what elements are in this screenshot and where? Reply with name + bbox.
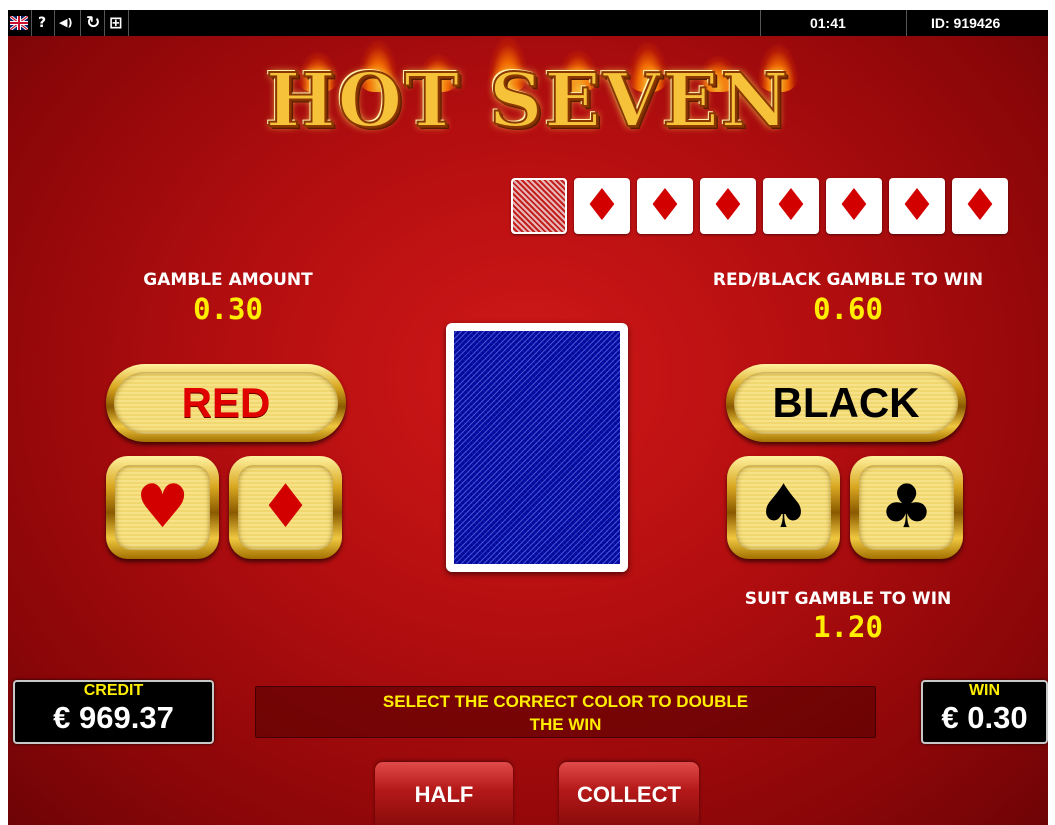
black-button-label: BLACK: [734, 372, 958, 434]
diamond-icon: ♦: [582, 180, 622, 231]
history-card: ♦: [700, 178, 756, 234]
history-card: ♦: [889, 178, 945, 234]
fullscreen-icon[interactable]: ⊞: [109, 14, 122, 32]
suit-gamble-value: 1.20: [813, 610, 883, 644]
diamond-icon: ♦: [897, 180, 937, 231]
win-label: WIN: [968, 682, 1001, 699]
win-value: € 0.30: [941, 700, 1028, 735]
diamond-icon: ♦: [834, 180, 874, 231]
refresh-icon[interactable]: ↻: [86, 14, 100, 32]
game-stage: ? ◀) ↻ ⊞ 01:41 ID: 919426 HOT SEVEN ♦ ♦ …: [8, 10, 1048, 825]
black-button[interactable]: BLACK: [726, 364, 966, 442]
red-button[interactable]: RED: [106, 364, 346, 442]
heart-icon: ♥: [115, 465, 210, 550]
game-title: HOT SEVEN: [265, 57, 791, 145]
collect-button[interactable]: COLLECT: [559, 762, 699, 825]
credit-panel: CREDIT € 969.37: [13, 680, 214, 744]
half-button[interactable]: HALF: [375, 762, 513, 825]
suit-gamble-label: SUIT GAMBLE TO WIN: [744, 589, 952, 609]
diamond-icon: ♦: [645, 180, 685, 231]
history-card: ♦: [637, 178, 693, 234]
gamble-card: [446, 323, 628, 572]
hearts-button[interactable]: ♥: [106, 456, 219, 559]
red-black-gamble-value: 0.60: [813, 292, 883, 326]
message-line-2: THE WIN: [529, 715, 602, 734]
diamond-icon: ♦: [238, 465, 333, 550]
credit-value: € 969.37: [53, 700, 174, 735]
history-card: ♦: [952, 178, 1008, 234]
credit-label: CREDIT: [83, 682, 144, 699]
uk-flag-icon[interactable]: [9, 14, 29, 32]
spade-icon: ♠: [736, 465, 831, 550]
diamonds-button[interactable]: ♦: [229, 456, 342, 559]
history-card: ♦: [826, 178, 882, 234]
red-button-label: RED: [114, 372, 338, 434]
diamond-icon: ♦: [771, 180, 811, 231]
history-card: ♦: [763, 178, 819, 234]
message-line-1: SELECT THE CORRECT COLOR TO DOUBLE: [382, 692, 749, 711]
game-id: ID: 919426: [931, 15, 1001, 31]
spades-button[interactable]: ♠: [727, 456, 840, 559]
red-black-gamble-label: RED/BLACK GAMBLE TO WIN: [712, 270, 984, 290]
diamond-icon: ♦: [708, 180, 748, 231]
history-card-back: [511, 178, 567, 234]
help-icon[interactable]: ?: [38, 14, 46, 32]
sound-icon[interactable]: ◀): [59, 14, 73, 32]
clubs-button[interactable]: ♣: [850, 456, 963, 559]
message-box: SELECT THE CORRECT COLOR TO DOUBLE THE W…: [255, 686, 876, 738]
history-card: ♦: [574, 178, 630, 234]
diamond-icon: ♦: [960, 180, 1000, 231]
gamble-amount-label: GAMBLE AMOUNT: [143, 270, 313, 290]
club-icon: ♣: [859, 465, 954, 550]
win-panel: WIN € 0.30: [921, 680, 1048, 744]
gamble-amount-value: 0.30: [193, 292, 263, 326]
